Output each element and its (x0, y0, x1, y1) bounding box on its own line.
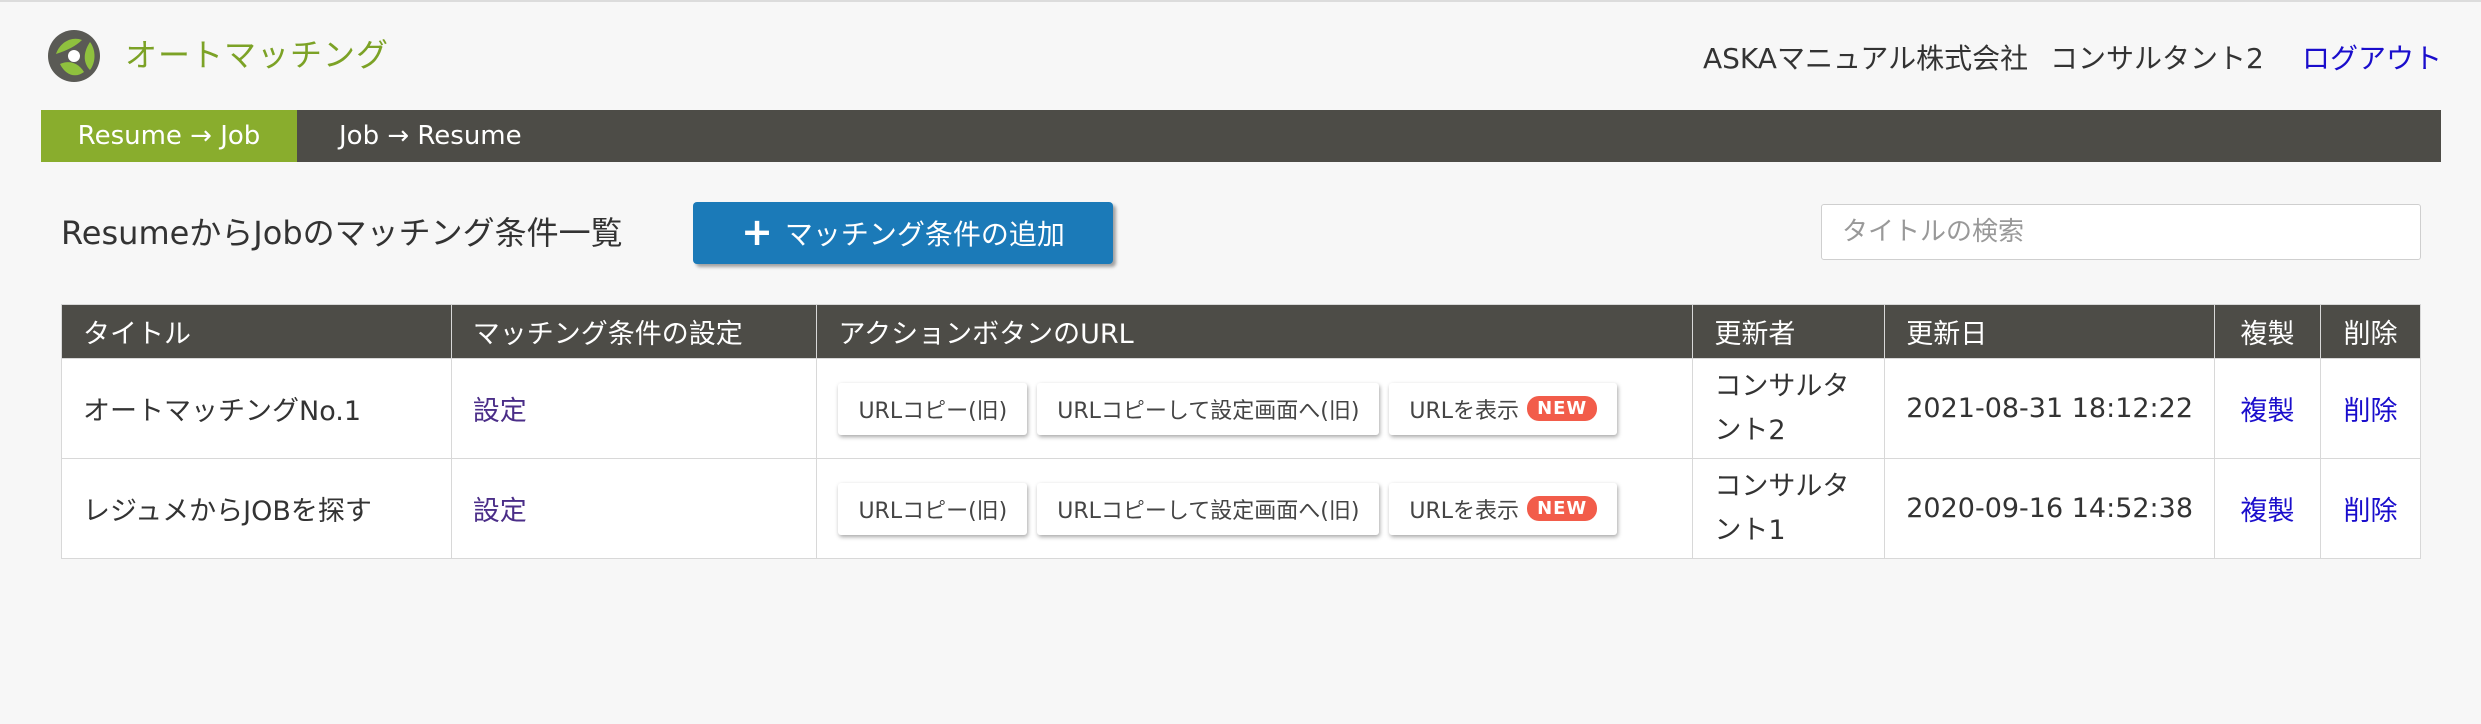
delete-link[interactable]: 削除 (2344, 396, 2398, 427)
header-action-url: アクションボタンのURL (816, 304, 1694, 359)
url-copy-old-button[interactable]: URLコピー(旧) (838, 382, 1028, 435)
row-title: オートマッチングNo.1 (61, 358, 452, 459)
tab-job-to-resume[interactable]: Job → Resume (339, 110, 522, 162)
table-row: オートマッチングNo.1 設定 URLコピー(旧) URLコピーして設定画面へ(… (61, 358, 2421, 459)
nav-bar: Resume → Job Job → Resume (41, 110, 2441, 162)
page-title: ResumeからJobのマッチング条件一覧 (61, 214, 623, 252)
row-updater: コンサルタント1 (1692, 458, 1886, 559)
duplicate-link[interactable]: 複製 (2241, 496, 2295, 527)
row-title: レジュメからJOBを探す (61, 458, 452, 559)
header-updater: 更新者 (1692, 304, 1886, 359)
row-updated: 2021-08-31 18:12:22 (1884, 358, 2216, 459)
header-updated: 更新日 (1884, 304, 2216, 359)
setting-link[interactable]: 設定 (473, 496, 527, 527)
add-button-label: マッチング条件の追加 (784, 218, 1065, 251)
add-matching-condition-button[interactable]: + マッチング条件の追加 (693, 202, 1113, 264)
url-copy-old-button[interactable]: URLコピー(旧) (838, 482, 1028, 535)
tab-resume-to-job[interactable]: Resume → Job (41, 110, 297, 162)
row-updated: 2020-09-16 14:52:38 (1884, 458, 2216, 559)
show-url-label: URLを表示 (1409, 398, 1520, 424)
show-url-button[interactable]: URLを表示 NEW (1389, 382, 1618, 435)
plus-icon: + (741, 209, 773, 254)
header-delete: 削除 (2320, 304, 2421, 359)
app-title[interactable]: オートマッチング (125, 30, 389, 76)
setting-link[interactable]: 設定 (473, 396, 527, 427)
user-name: コンサルタント2 (2050, 42, 2264, 75)
title-search-input[interactable] (1821, 204, 2421, 260)
globe-logo-icon[interactable] (46, 28, 102, 84)
header-duplicate: 複製 (2214, 304, 2322, 359)
show-url-label: URLを表示 (1409, 498, 1520, 524)
duplicate-link[interactable]: 複製 (2241, 396, 2295, 427)
url-copy-setting-old-button[interactable]: URLコピーして設定画面へ(旧) (1037, 482, 1380, 535)
table-row: レジュメからJOBを探す 設定 URLコピー(旧) URLコピーして設定画面へ(… (61, 458, 2421, 559)
new-badge: NEW (1527, 496, 1598, 521)
row-updater: コンサルタント2 (1692, 358, 1886, 459)
url-copy-setting-old-button[interactable]: URLコピーして設定画面へ(旧) (1037, 382, 1380, 435)
app-header: オートマッチング ASKAマニュアル株式会社 コンサルタント2 ログアウト (0, 0, 2481, 110)
header-title: タイトル (61, 304, 452, 359)
company-name: ASKAマニュアル株式会社 (1703, 42, 2029, 75)
matching-conditions-table: タイトル マッチング条件の設定 アクションボタンのURL 更新者 更新日 複製 … (61, 304, 2421, 559)
header-setting: マッチング条件の設定 (450, 304, 818, 359)
table-header-row: タイトル マッチング条件の設定 アクションボタンのURL 更新者 更新日 複製 … (61, 304, 2421, 359)
show-url-button[interactable]: URLを表示 NEW (1389, 482, 1618, 535)
logout-link[interactable]: ログアウト (2302, 37, 2442, 77)
new-badge: NEW (1527, 396, 1598, 421)
delete-link[interactable]: 削除 (2344, 496, 2398, 527)
